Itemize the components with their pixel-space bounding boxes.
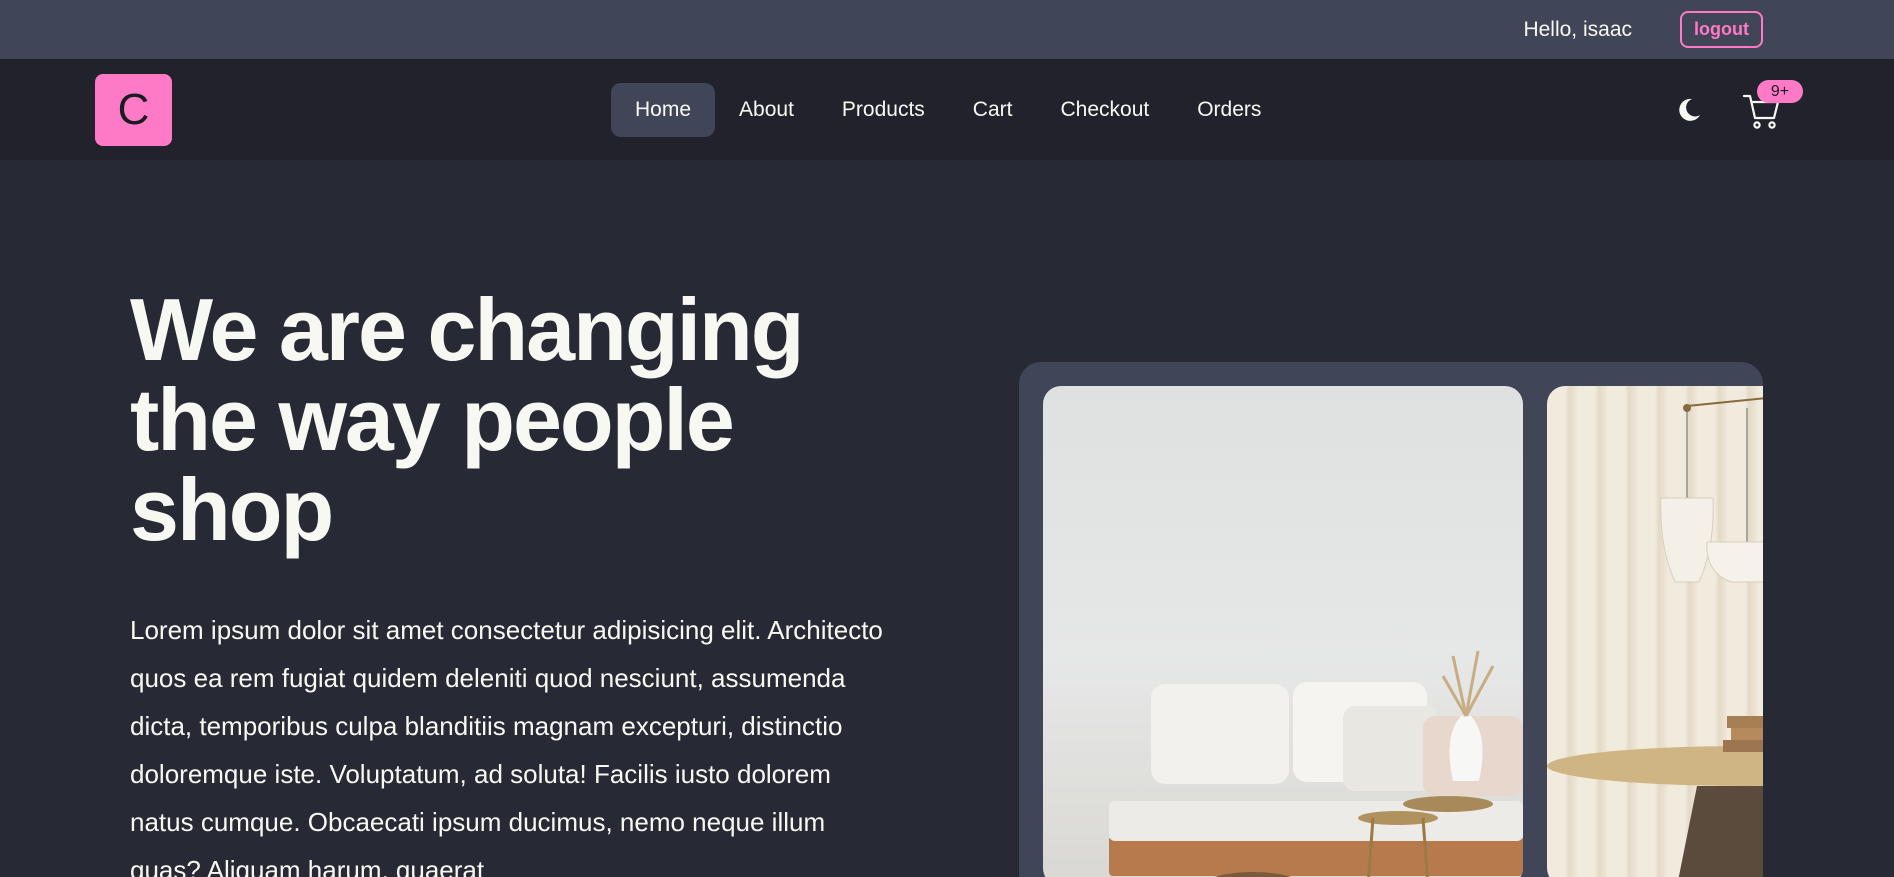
nav-link-checkout[interactable]: Checkout [1036, 83, 1173, 137]
nav-link-products[interactable]: Products [818, 83, 949, 137]
logout-button[interactable]: logout [1680, 11, 1763, 48]
cart-count-badge: 9+ [1757, 80, 1803, 103]
moon-icon[interactable] [1673, 95, 1703, 125]
nav-link-cart[interactable]: Cart [949, 83, 1037, 137]
pendant-lamp-illustration [1547, 397, 1763, 877]
nav-links: Home About Products Cart Checkout Orders [611, 83, 1285, 137]
greeting-text: Hello, isaac [1523, 17, 1633, 41]
sofa-illustration [1109, 650, 1523, 877]
hero-description: Lorem ipsum dolor sit amet consectetur a… [130, 615, 883, 877]
nav-link-home[interactable]: Home [611, 83, 716, 137]
logo[interactable]: C [95, 74, 172, 146]
nav-link-orders[interactable]: Orders [1173, 83, 1285, 137]
navbar: C Home About Products Cart Checkout Orde… [0, 59, 1894, 160]
nav-link-about[interactable]: About [715, 83, 818, 137]
top-bar: Hello, isaac logout [0, 0, 1894, 59]
hero-title: We are changing the way people shop [130, 280, 805, 559]
carousel-image-dining [1547, 386, 1763, 877]
hero-carousel[interactable] [1019, 362, 1763, 877]
carousel-image-living-room [1043, 386, 1523, 877]
